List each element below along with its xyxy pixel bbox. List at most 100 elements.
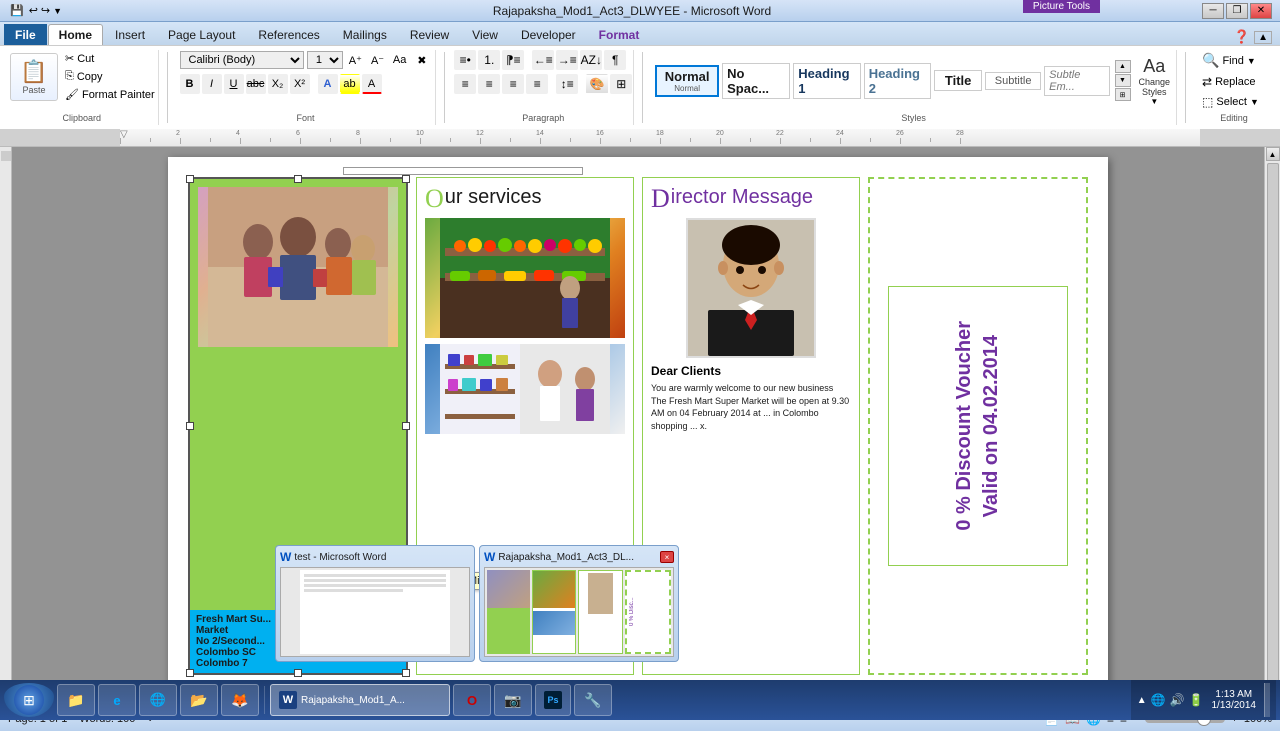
sidebar-collapse-btn[interactable] <box>1 151 11 161</box>
systray-chevron[interactable]: ▲ <box>1137 695 1147 706</box>
tab-insert[interactable]: Insert <box>104 24 156 45</box>
underline-button[interactable]: U <box>224 74 244 94</box>
style-subtitle[interactable]: Subtitle <box>985 72 1041 90</box>
justify-button[interactable]: ≡ <box>526 74 548 94</box>
tab-pagelayout[interactable]: Page Layout <box>157 24 246 45</box>
save-quick-btn[interactable]: 💾 <box>8 4 26 17</box>
scroll-up-button[interactable]: ▲ <box>1266 147 1280 161</box>
align-left-button[interactable]: ≡ <box>454 74 476 94</box>
show-hide-button[interactable]: ¶ <box>604 50 626 70</box>
copy-button[interactable]: ⎘ Copy <box>61 68 159 85</box>
tab-format[interactable]: Format <box>588 24 651 45</box>
paste-button[interactable]: 📋 Paste <box>10 53 58 101</box>
tab-mailings[interactable]: Mailings <box>332 24 398 45</box>
start-button[interactable]: ⊞ <box>4 683 54 717</box>
change-styles-button[interactable]: Aa ChangeStyles ▼ <box>1137 54 1173 108</box>
scroll-thumb[interactable] <box>1267 163 1279 689</box>
styles-more-btn[interactable]: ⊞ <box>1115 88 1131 101</box>
systray-network[interactable]: 🌐 <box>1151 693 1166 707</box>
style-title[interactable]: Title <box>934 70 982 91</box>
systray-battery[interactable]: 🔋 <box>1189 693 1204 707</box>
ruler-indent-left[interactable]: ▽ <box>120 129 128 140</box>
handle-right-m[interactable] <box>402 422 410 430</box>
line-spacing-button[interactable]: ↕≡ <box>556 74 578 94</box>
format-painter-button[interactable]: 🖌 Format Painter <box>61 86 159 103</box>
tab-review[interactable]: Review <box>399 24 460 45</box>
shading-button[interactable]: 🎨 <box>586 74 608 94</box>
taskbar-item-files[interactable]: 📂 <box>180 684 218 716</box>
tab-view[interactable]: View <box>461 24 509 45</box>
select-button[interactable]: ⬚ Select ▼ <box>1198 93 1270 111</box>
handle-bot-m[interactable] <box>294 669 302 677</box>
increase-indent-button[interactable]: →≡ <box>556 50 578 70</box>
ribbon-help-btn[interactable]: ❓ <box>1234 29 1250 45</box>
close-btn[interactable]: ✕ <box>1250 3 1272 19</box>
taskbar-item-explorer[interactable]: 📁 <box>57 684 95 716</box>
styles-scroll-down[interactable]: ▼ <box>1115 74 1131 87</box>
taskbar-item-ie[interactable]: e <box>98 684 136 716</box>
system-clock[interactable]: 1:13 AM 1/13/2014 <box>1208 689 1261 711</box>
bold-button[interactable]: B <box>180 74 200 94</box>
clear-format-button[interactable]: ✖ <box>412 50 431 70</box>
decrease-indent-button[interactable]: ←≡ <box>532 50 554 70</box>
style-subtleemph[interactable]: Subtle Em... <box>1044 66 1109 96</box>
sort-button[interactable]: AZ↓ <box>580 50 602 70</box>
taskbar-item-camera[interactable]: 📷 <box>494 684 532 716</box>
handle-corner-tl[interactable] <box>186 175 194 183</box>
taskbar-item-firefox[interactable]: 🦊 <box>221 684 259 716</box>
tab-home[interactable]: Home <box>48 24 103 45</box>
multilevel-list-button[interactable]: ⁋≡ <box>502 50 524 70</box>
minimize-btn[interactable]: ─ <box>1202 3 1224 19</box>
bullets-button[interactable]: ≡• <box>454 50 476 70</box>
style-nospace[interactable]: No Spac... <box>722 63 790 99</box>
handle-corner-br[interactable] <box>402 669 410 677</box>
style-normal[interactable]: Normal Normal <box>655 65 719 97</box>
font-name-selector[interactable]: Calibri (Body) <box>180 51 304 69</box>
vertical-scrollbar[interactable]: ▲ ▼ <box>1264 147 1280 705</box>
change-case-button[interactable]: Aa <box>390 50 409 70</box>
superscript-button[interactable]: X² <box>290 74 310 94</box>
taskbar-item-chrome[interactable]: 🌐 <box>139 684 177 716</box>
grow-font-button[interactable]: A⁺ <box>346 50 365 70</box>
show-desktop-btn[interactable] <box>1264 683 1270 717</box>
preview-content-1[interactable] <box>280 567 470 657</box>
redo-quick-btn[interactable]: ↪ <box>41 4 50 17</box>
text-effects-button[interactable]: A <box>318 74 338 94</box>
tab-file[interactable]: File <box>4 24 47 45</box>
font-color-button[interactable]: A <box>362 74 382 94</box>
preview-content-2[interactable]: 0 % Disc... <box>484 567 674 657</box>
text-highlight-button[interactable]: ab <box>340 74 360 94</box>
font-size-selector[interactable]: 11 <box>307 51 343 69</box>
preview-close-button[interactable]: × <box>660 551 674 563</box>
taskbar-item-tool[interactable]: 🔧 <box>574 684 612 716</box>
find-button[interactable]: 🔍 Find ▼ <box>1198 50 1270 71</box>
align-center-button[interactable]: ≡ <box>478 74 500 94</box>
borders-button[interactable]: ⊞ <box>610 74 632 94</box>
taskbar-item-ps[interactable]: Ps <box>535 684 571 716</box>
handle-top-m[interactable] <box>294 175 302 183</box>
style-h1[interactable]: Heading 1 <box>793 63 860 99</box>
handle-corner-tr[interactable] <box>402 175 410 183</box>
ribbon-minimize-btn[interactable]: ▲ <box>1254 31 1272 44</box>
restore-btn[interactable]: ❐ <box>1226 3 1248 19</box>
tab-developer[interactable]: Developer <box>510 24 587 45</box>
strikethrough-button[interactable]: abc <box>246 74 266 94</box>
handle-left-m[interactable] <box>186 422 194 430</box>
taskbar-item-opera[interactable]: O <box>453 684 491 716</box>
preview-test-doc[interactable]: W test - Microsoft Word <box>275 545 475 662</box>
selection-top-handle[interactable] <box>343 167 583 175</box>
cut-button[interactable]: ✂ Cut <box>61 50 159 67</box>
customize-quick-btn[interactable]: ▼ <box>53 6 62 16</box>
italic-button[interactable]: I <box>202 74 222 94</box>
systray-volume[interactable]: 🔊 <box>1170 693 1185 707</box>
undo-quick-btn[interactable]: ↩ <box>29 4 38 17</box>
handle-corner-bl[interactable] <box>186 669 194 677</box>
preview-brochure-doc[interactable]: W Rajapaksha_Mod1_Act3_DL... × 0 % Disc.… <box>479 545 679 662</box>
align-right-button[interactable]: ≡ <box>502 74 524 94</box>
taskbar-item-word[interactable]: W Rajapaksha_Mod1_A... <box>270 684 450 716</box>
replace-button[interactable]: ⇄ Replace <box>1198 73 1270 91</box>
subscript-button[interactable]: X₂ <box>268 74 288 94</box>
tab-references[interactable]: References <box>247 24 330 45</box>
style-h2[interactable]: Heading 2 <box>864 63 931 99</box>
shrink-font-button[interactable]: A⁻ <box>368 50 387 70</box>
